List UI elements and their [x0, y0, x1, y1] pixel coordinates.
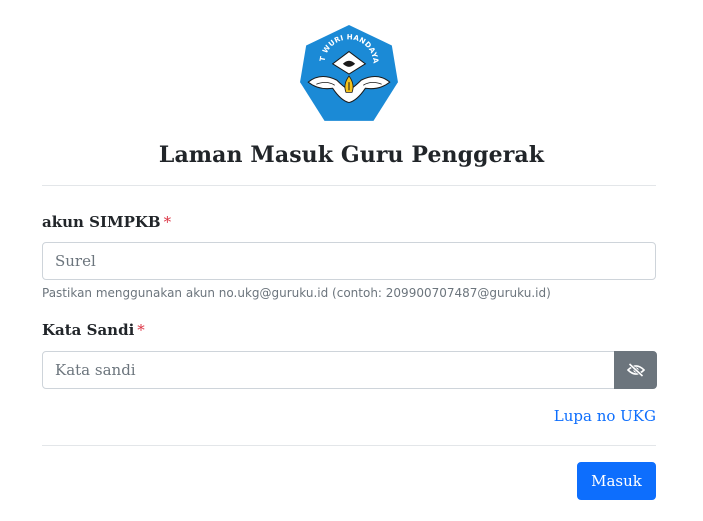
password-label: Kata Sandi *	[42, 321, 145, 339]
password-label-text: Kata Sandi	[42, 321, 135, 339]
email-label-text: akun SIMPKB	[42, 213, 161, 231]
required-mark: *	[137, 321, 145, 339]
email-label: akun SIMPKB *	[42, 213, 171, 231]
page-title: Laman Masuk Guru Penggerak	[158, 142, 545, 168]
required-mark: *	[163, 213, 172, 231]
password-input[interactable]	[42, 351, 615, 389]
header-divider	[42, 185, 656, 186]
email-input[interactable]	[42, 242, 656, 280]
footer-divider	[42, 445, 656, 446]
email-hint: Pastikan menggunakan akun no.ukg@guruku.…	[42, 286, 551, 300]
tut-wuri-handayani-logo: TUT WURI HANDAYANI	[298, 23, 398, 121]
login-button[interactable]: Masuk	[577, 462, 656, 500]
toggle-password-button[interactable]	[614, 351, 657, 389]
login-page: TUT WURI HANDAYANI Laman Masuk Guru Peng…	[0, 0, 703, 521]
forgot-ukg-link[interactable]: Lupa no UKG	[554, 407, 656, 425]
eye-slash-icon	[626, 363, 645, 377]
